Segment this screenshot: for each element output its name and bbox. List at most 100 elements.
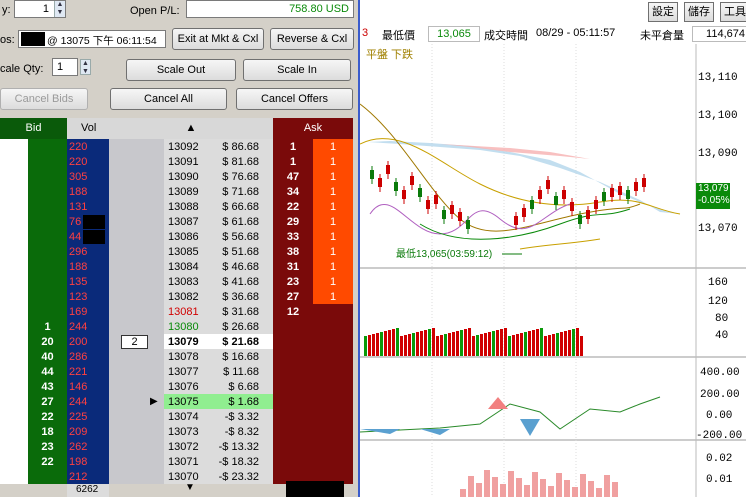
ask-qty-cell[interactable]: 1	[313, 229, 353, 245]
bid-cell[interactable]: 23	[28, 439, 67, 455]
bid-cell[interactable]	[28, 304, 67, 320]
ask-cell[interactable]: 31	[273, 259, 313, 275]
spin-updown-icon[interactable]: ▲ ▼	[54, 1, 65, 17]
scale-qty-spinner[interactable]: 1	[52, 58, 78, 76]
order-cell[interactable]	[109, 289, 164, 305]
bid-blank-cell[interactable]	[0, 289, 28, 305]
order-cell[interactable]	[109, 409, 164, 425]
order-cell[interactable]	[109, 199, 164, 215]
tools-button[interactable]: 工具	[720, 2, 746, 22]
price-cell[interactable]: 13076 $ 6.68	[164, 379, 273, 395]
bid-blank-cell[interactable]	[0, 454, 28, 470]
bid-blank-cell[interactable]	[0, 424, 28, 440]
ask-cell[interactable]: 27	[273, 289, 313, 305]
bid-cell[interactable]: 22	[28, 454, 67, 470]
bid-blank-cell[interactable]	[0, 469, 28, 485]
qty-spinner[interactable]: 1 ▲ ▼	[14, 0, 66, 18]
bid-cell[interactable]	[28, 259, 67, 275]
scale-out-button[interactable]: Scale Out	[126, 59, 236, 81]
bid-cell[interactable]	[28, 184, 67, 200]
bid-cell[interactable]	[28, 229, 67, 245]
order-cell[interactable]	[109, 229, 164, 245]
price-cell[interactable]: 13092 $ 86.68	[164, 139, 273, 155]
order-cell[interactable]	[109, 184, 164, 200]
order-cell[interactable]	[109, 439, 164, 455]
price-cell[interactable]: 13070 -$ 23.32	[164, 469, 273, 485]
ask-cell[interactable]: 1	[273, 139, 313, 155]
price-cell[interactable]: 13090 $ 76.68	[164, 169, 273, 185]
ask-cell[interactable]: 47	[273, 169, 313, 185]
bid-cell[interactable]	[28, 154, 67, 170]
order-cell[interactable]	[109, 364, 164, 380]
bid-cell[interactable]	[28, 244, 67, 260]
order-cell[interactable]	[109, 139, 164, 155]
price-cell[interactable]: 13081 $ 31.68	[164, 304, 273, 320]
order-cell[interactable]	[109, 424, 164, 440]
bid-blank-cell[interactable]	[0, 379, 28, 395]
scroll-down-icon[interactable]: ▼	[185, 482, 195, 493]
price-cell[interactable]: 13084 $ 46.68	[164, 259, 273, 275]
bid-blank-cell[interactable]	[0, 274, 28, 290]
ask-cell[interactable]: 23	[273, 274, 313, 290]
bid-cell[interactable]	[28, 469, 67, 485]
order-cell[interactable]	[109, 259, 164, 275]
ask-qty-cell[interactable]: 1	[313, 274, 353, 290]
save-button[interactable]: 儲存	[684, 2, 714, 22]
order-cell[interactable]	[109, 214, 164, 230]
scroll-up-icon[interactable]: ▲	[109, 118, 273, 139]
bid-blank-cell[interactable]	[0, 319, 28, 335]
bid-blank-cell[interactable]	[0, 229, 28, 245]
scale-spin-icon[interactable]: ▲ ▼	[80, 59, 91, 75]
ask-cell[interactable]	[273, 409, 313, 425]
ask-cell[interactable]	[273, 439, 313, 455]
ask-qty-cell[interactable]	[313, 424, 353, 440]
ask-qty-cell[interactable]: 1	[313, 169, 353, 185]
cancel-all-button[interactable]: Cancel All	[110, 88, 227, 110]
order-cell[interactable]	[109, 454, 164, 470]
bid-cell[interactable]	[28, 199, 67, 215]
working-order[interactable]: 2	[121, 335, 148, 349]
order-cell[interactable]	[109, 154, 164, 170]
ask-cell[interactable]	[273, 424, 313, 440]
price-cell[interactable]: 13075 $ 1.68	[164, 394, 273, 410]
bid-cell[interactable]	[28, 274, 67, 290]
bid-blank-cell[interactable]	[0, 334, 28, 350]
order-cell[interactable]	[109, 379, 164, 395]
bid-blank-cell[interactable]	[0, 304, 28, 320]
order-cell[interactable]	[109, 169, 164, 185]
ask-cell[interactable]: 29	[273, 214, 313, 230]
ask-cell[interactable]: 22	[273, 199, 313, 215]
ask-cell[interactable]: 33	[273, 229, 313, 245]
price-cell[interactable]: 13087 $ 61.68	[164, 214, 273, 230]
price-cell[interactable]: 13091 $ 81.68	[164, 154, 273, 170]
bid-cell[interactable]	[28, 169, 67, 185]
ask-cell[interactable]	[273, 334, 313, 350]
price-cell[interactable]: 13089 $ 71.68	[164, 184, 273, 200]
ask-cell[interactable]: 34	[273, 184, 313, 200]
ask-cell[interactable]	[273, 379, 313, 395]
ask-qty-cell[interactable]	[313, 394, 353, 410]
bid-blank-cell[interactable]	[0, 154, 28, 170]
bid-cell[interactable]: 40	[28, 349, 67, 365]
ask-qty-cell[interactable]: 1	[313, 184, 353, 200]
ask-qty-cell[interactable]	[313, 379, 353, 395]
price-cell[interactable]: 13078 $ 16.68	[164, 349, 273, 365]
ask-qty-cell[interactable]	[313, 334, 353, 350]
ask-cell[interactable]: 38	[273, 244, 313, 260]
bid-cell[interactable]: 27	[28, 394, 67, 410]
bid-blank-cell[interactable]	[0, 184, 28, 200]
order-cell[interactable]	[109, 469, 164, 485]
price-cell[interactable]: 13083 $ 41.68	[164, 274, 273, 290]
price-cell[interactable]: 13086 $ 56.68	[164, 229, 273, 245]
settings-button[interactable]: 設定	[648, 2, 678, 22]
ask-qty-cell[interactable]: 1	[313, 199, 353, 215]
scale-in-button[interactable]: Scale In	[243, 59, 351, 81]
ask-qty-cell[interactable]	[313, 349, 353, 365]
ask-cell[interactable]: 1	[273, 154, 313, 170]
bid-cell[interactable]: 43	[28, 379, 67, 395]
ask-cell[interactable]: 12	[273, 304, 313, 320]
price-cell[interactable]: 13085 $ 51.68	[164, 244, 273, 260]
bid-blank-cell[interactable]	[0, 409, 28, 425]
price-cell[interactable]: 13071 -$ 18.32	[164, 454, 273, 470]
ask-cell[interactable]	[273, 349, 313, 365]
